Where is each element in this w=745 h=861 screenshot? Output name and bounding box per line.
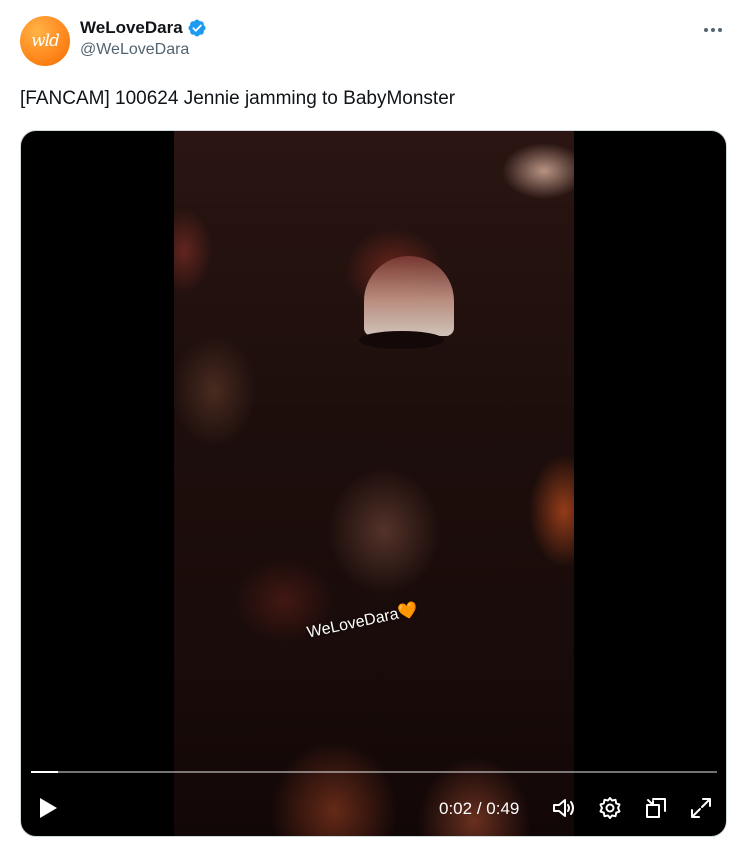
video-player[interactable]: WeLoveDara🧡 0:02 / 0:49 bbox=[20, 130, 727, 837]
video-content-hat bbox=[364, 256, 454, 336]
display-name-row: WeLoveDara bbox=[80, 18, 207, 38]
fullscreen-icon[interactable] bbox=[688, 795, 714, 821]
video-content-hat-brim bbox=[359, 331, 444, 349]
progress-bar-fill bbox=[31, 771, 59, 773]
current-time: 0:02 bbox=[439, 799, 473, 818]
tweet-header: wld WeLoveDara @WeLoveDara bbox=[20, 16, 725, 68]
video-frame[interactable] bbox=[174, 131, 574, 836]
verified-badge-icon[interactable] bbox=[187, 18, 207, 38]
volume-icon[interactable] bbox=[551, 795, 577, 821]
avatar[interactable]: wld bbox=[20, 16, 70, 66]
more-options-icon[interactable] bbox=[701, 18, 725, 42]
author-names: WeLoveDara @WeLoveDara bbox=[80, 18, 207, 59]
picture-in-picture-icon[interactable] bbox=[643, 795, 669, 821]
author-handle[interactable]: @WeLoveDara bbox=[80, 41, 207, 59]
time-display: 0:02 / 0:49 bbox=[439, 799, 519, 819]
settings-gear-icon[interactable] bbox=[597, 795, 623, 821]
duration: 0:49 bbox=[486, 799, 520, 818]
avatar-logo-text: wld bbox=[31, 31, 60, 51]
tweet-text: [FANCAM] 100624 Jennie jamming to BabyMo… bbox=[20, 88, 456, 109]
play-icon[interactable] bbox=[35, 795, 61, 821]
time-separator: / bbox=[476, 799, 482, 818]
progress-bar[interactable] bbox=[31, 771, 717, 773]
display-name[interactable]: WeLoveDara bbox=[80, 18, 183, 38]
